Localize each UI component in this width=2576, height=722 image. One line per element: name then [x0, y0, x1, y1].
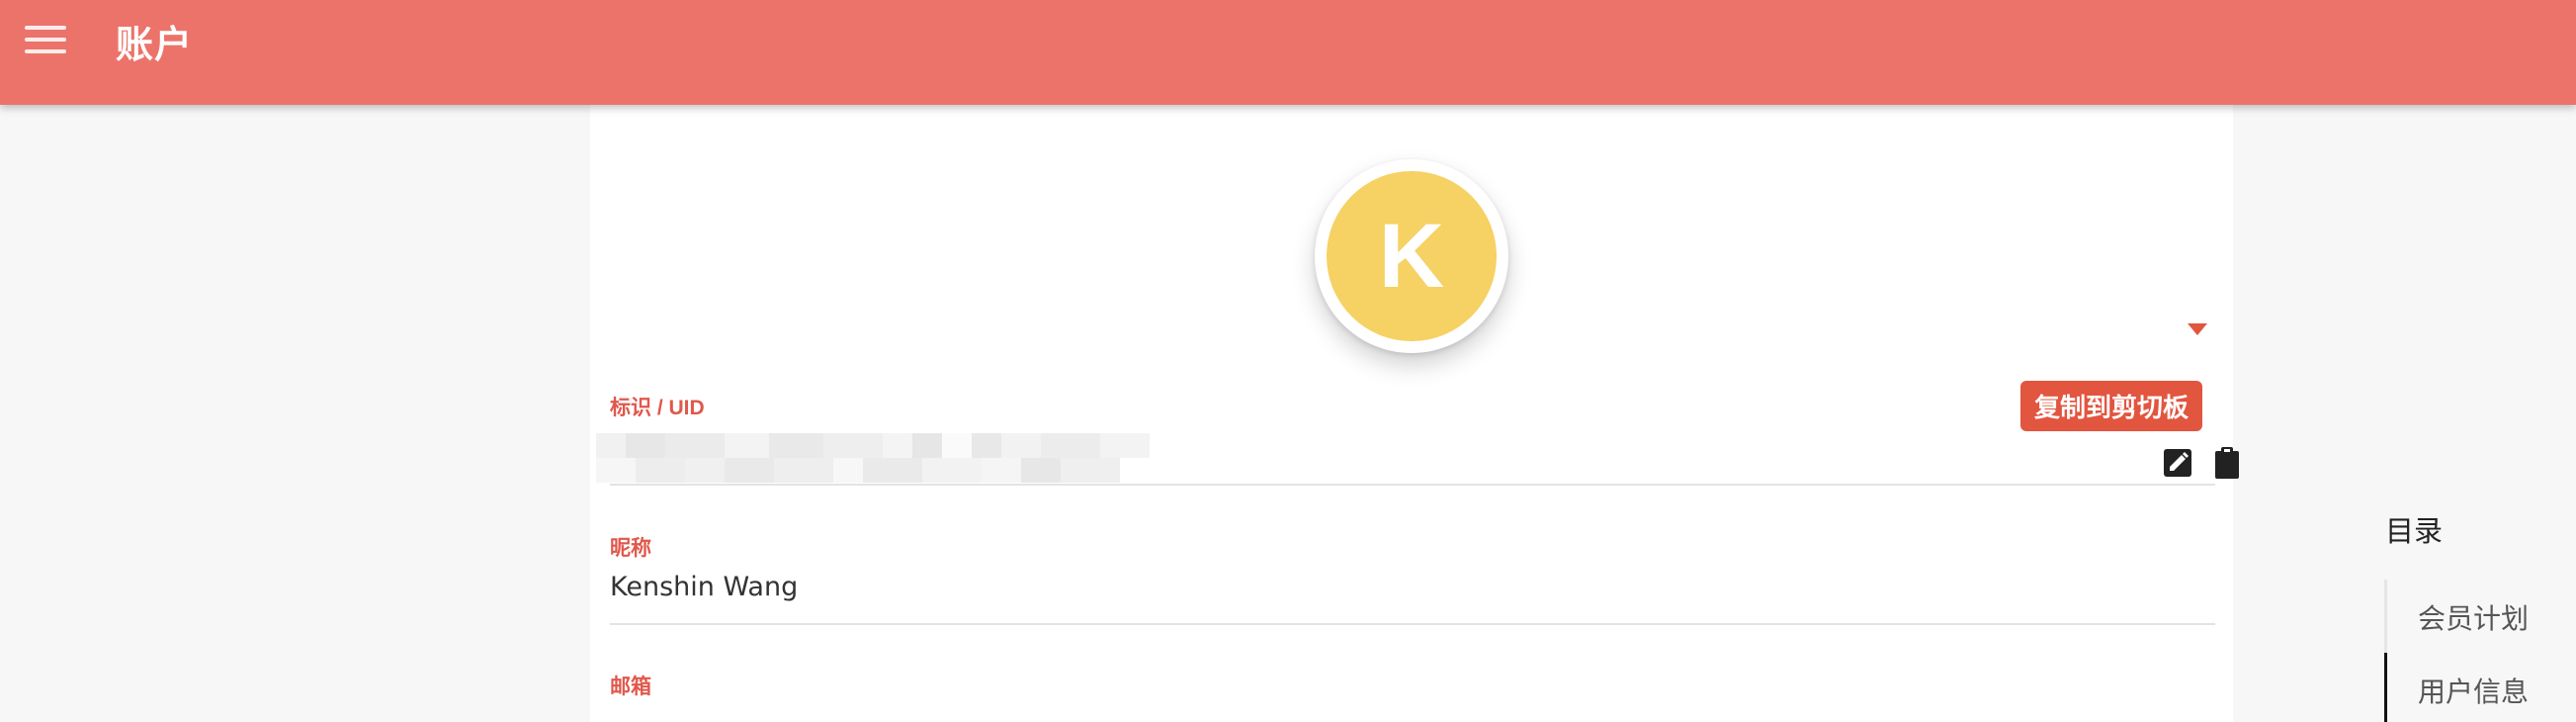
page-title: 账户 [116, 25, 194, 66]
email-label: 邮箱 [610, 676, 651, 698]
uid-label: 标识 / UID [610, 397, 705, 419]
avatar-letter: K [1327, 171, 1497, 341]
edit-icon[interactable] [2158, 443, 2197, 483]
copy-tooltip: 复制到剪切板 [2020, 381, 2203, 431]
uid-field: 标识 / UID [596, 392, 2239, 510]
avatar: K [1315, 159, 1508, 353]
toc-item-user-info[interactable]: 用户信息 [2418, 671, 2529, 710]
menu-icon[interactable] [18, 14, 73, 65]
nickname-value[interactable]: Kenshin Wang [610, 572, 798, 602]
uid-value-redacted [596, 433, 1150, 483]
clipboard-icon[interactable] [2207, 443, 2247, 483]
uid-divider [610, 484, 2215, 486]
nickname-divider [610, 623, 2215, 625]
nickname-field[interactable]: 昵称 Kenshin Wang [610, 532, 2215, 651]
copy-tooltip-arrow [2188, 323, 2207, 335]
toc-title: 目录 [2385, 514, 2444, 548]
toc-active-indicator [2384, 653, 2387, 722]
toc-item-membership[interactable]: 会员计划 [2418, 597, 2529, 637]
nickname-label: 昵称 [610, 537, 651, 560]
app-bar: 账户 [0, 0, 2576, 105]
account-card: K 标识 / UID 昵称 Kenshin Wang 邮箱 [590, 105, 2239, 722]
email-field[interactable]: 邮箱 [610, 671, 2215, 722]
